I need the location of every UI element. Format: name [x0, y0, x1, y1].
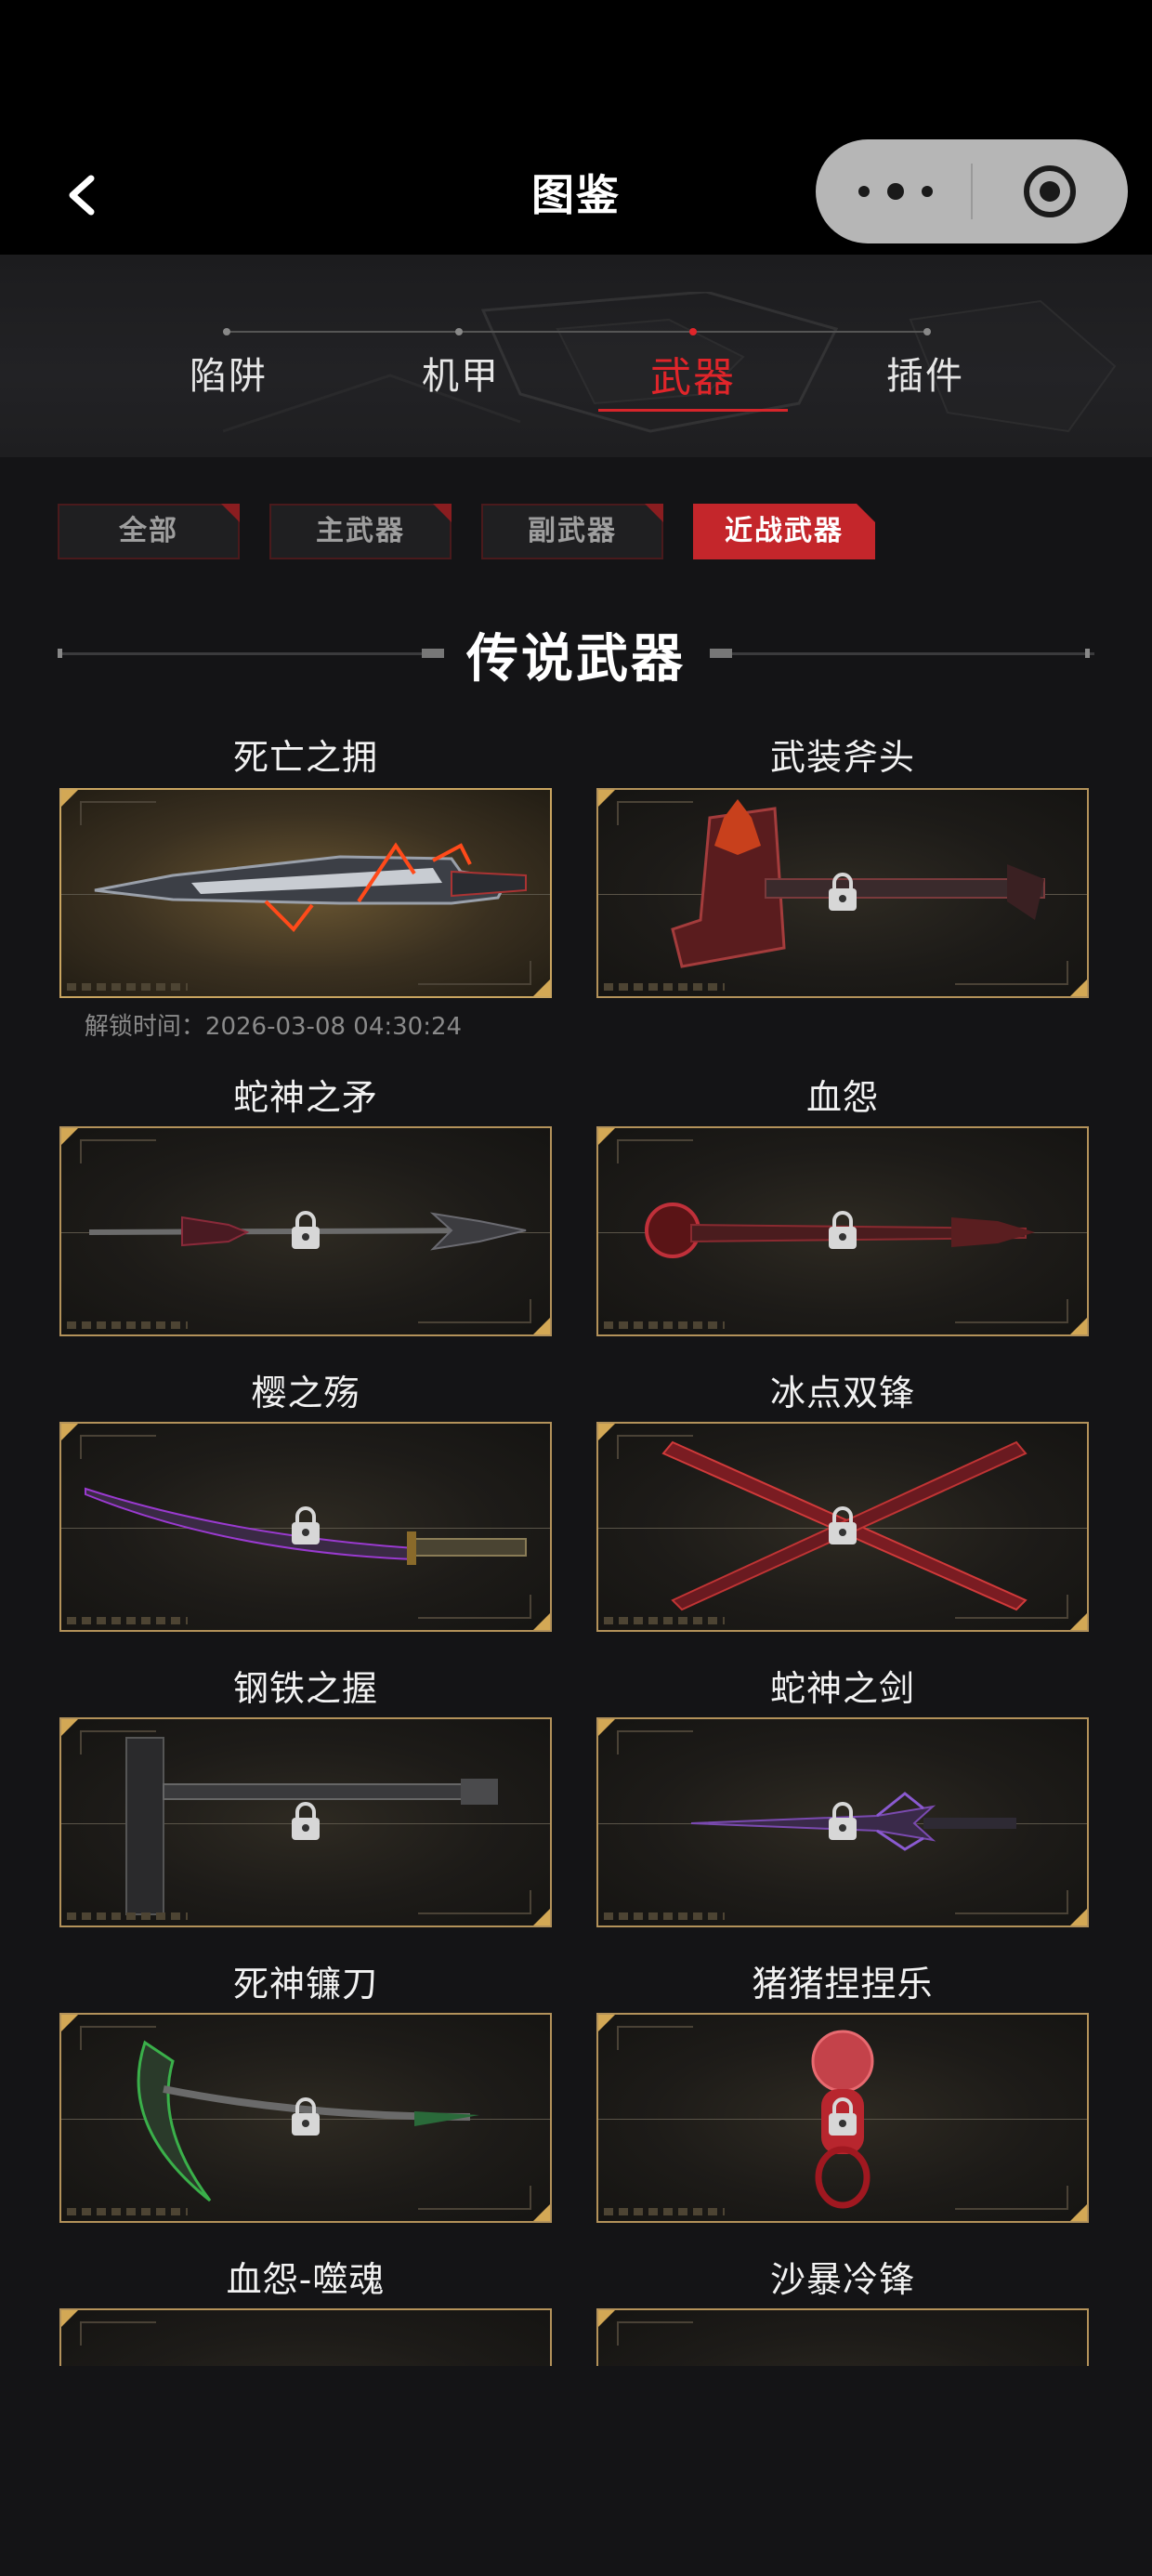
card-clip	[596, 2308, 1089, 2366]
item-name: 血怨-噬魂	[226, 2259, 386, 2300]
item-name: 冰点双锋	[769, 1373, 915, 1413]
mini-program-capsule	[816, 139, 1128, 243]
filter-label: 近战武器	[725, 515, 844, 547]
card-clip	[59, 2308, 552, 2366]
weapon-card-steel-grip[interactable]	[59, 1717, 552, 1927]
lock-icon	[829, 1802, 857, 1840]
tab-mech[interactable]: 机甲	[359, 346, 563, 400]
tab-dot	[923, 328, 931, 335]
filter-secondary[interactable]: 副武器	[481, 504, 663, 559]
filter-label: 主武器	[316, 515, 405, 547]
weapon-card-blood-grudge[interactable]	[596, 1126, 1089, 1336]
lock-icon	[829, 1211, 857, 1249]
filter-label: 副武器	[528, 515, 617, 547]
tab-dot-active	[689, 328, 697, 335]
filter-primary[interactable]: 主武器	[269, 504, 452, 559]
item-name: 武装斧头	[769, 737, 915, 778]
lock-icon	[292, 1211, 320, 1249]
lock-icon	[292, 1802, 320, 1840]
lock-icon	[292, 2097, 320, 2136]
weapon-card-freezing-blades[interactable]	[596, 1422, 1089, 1632]
lock-icon	[829, 1506, 857, 1544]
capsule-divider	[971, 164, 973, 219]
status-bar	[0, 0, 1152, 130]
weapon-card-sakura-demise[interactable]	[59, 1422, 552, 1632]
weapon-card-death-scythe[interactable]	[59, 2013, 552, 2223]
item-name: 死神镰刀	[232, 1964, 378, 2004]
item-name: 樱之殇	[251, 1373, 360, 1413]
section-title: 传说武器	[466, 629, 686, 690]
more-dots-icon[interactable]	[858, 164, 933, 219]
tab-weapon[interactable]: 武器	[591, 344, 795, 403]
item-name: 血怨	[805, 1077, 879, 1118]
item-name: 猪猪捏捏乐	[752, 1964, 934, 2004]
target-circle-icon[interactable]	[1022, 164, 1078, 219]
navigation-bar: 图鉴	[0, 130, 1152, 255]
item-name: 蛇神之矛	[232, 1077, 378, 1118]
lock-icon	[829, 873, 857, 911]
weapon-card-piggy-squeeze[interactable]	[596, 2013, 1089, 2223]
weapon-card-death-embrace[interactable]	[59, 788, 552, 998]
active-tab-underline	[598, 409, 788, 412]
weapon-card-snake-sword[interactable]	[596, 1717, 1089, 1927]
weapon-card-armed-axe[interactable]	[596, 788, 1089, 998]
weapon-card-blood-grudge-soul[interactable]	[59, 2308, 552, 2366]
tab-plugin[interactable]: 插件	[823, 346, 1028, 400]
item-name: 蛇神之剑	[769, 1668, 915, 1709]
weapon-card-snake-spear[interactable]	[59, 1126, 552, 1336]
unlock-time-text: 解锁时间：2026-03-08 04:30:24	[84, 1013, 463, 1041]
item-name: 沙暴冷锋	[769, 2259, 915, 2300]
filter-label: 全部	[119, 515, 178, 547]
tab-rail	[227, 331, 925, 333]
item-name: 钢铁之握	[232, 1668, 378, 1709]
tab-trap[interactable]: 陷阱	[126, 346, 331, 400]
tab-dot	[455, 328, 463, 335]
tab-dot	[223, 328, 230, 335]
filter-all[interactable]: 全部	[58, 504, 240, 559]
weapon-card-sandstorm-cold-edge[interactable]	[596, 2308, 1089, 2366]
item-name: 死亡之拥	[232, 737, 378, 778]
lock-icon	[292, 1506, 320, 1544]
filter-melee[interactable]: 近战武器	[693, 504, 875, 559]
lock-icon	[829, 2097, 857, 2136]
category-tabs: 陷阱 机甲 武器 插件	[0, 255, 1152, 457]
